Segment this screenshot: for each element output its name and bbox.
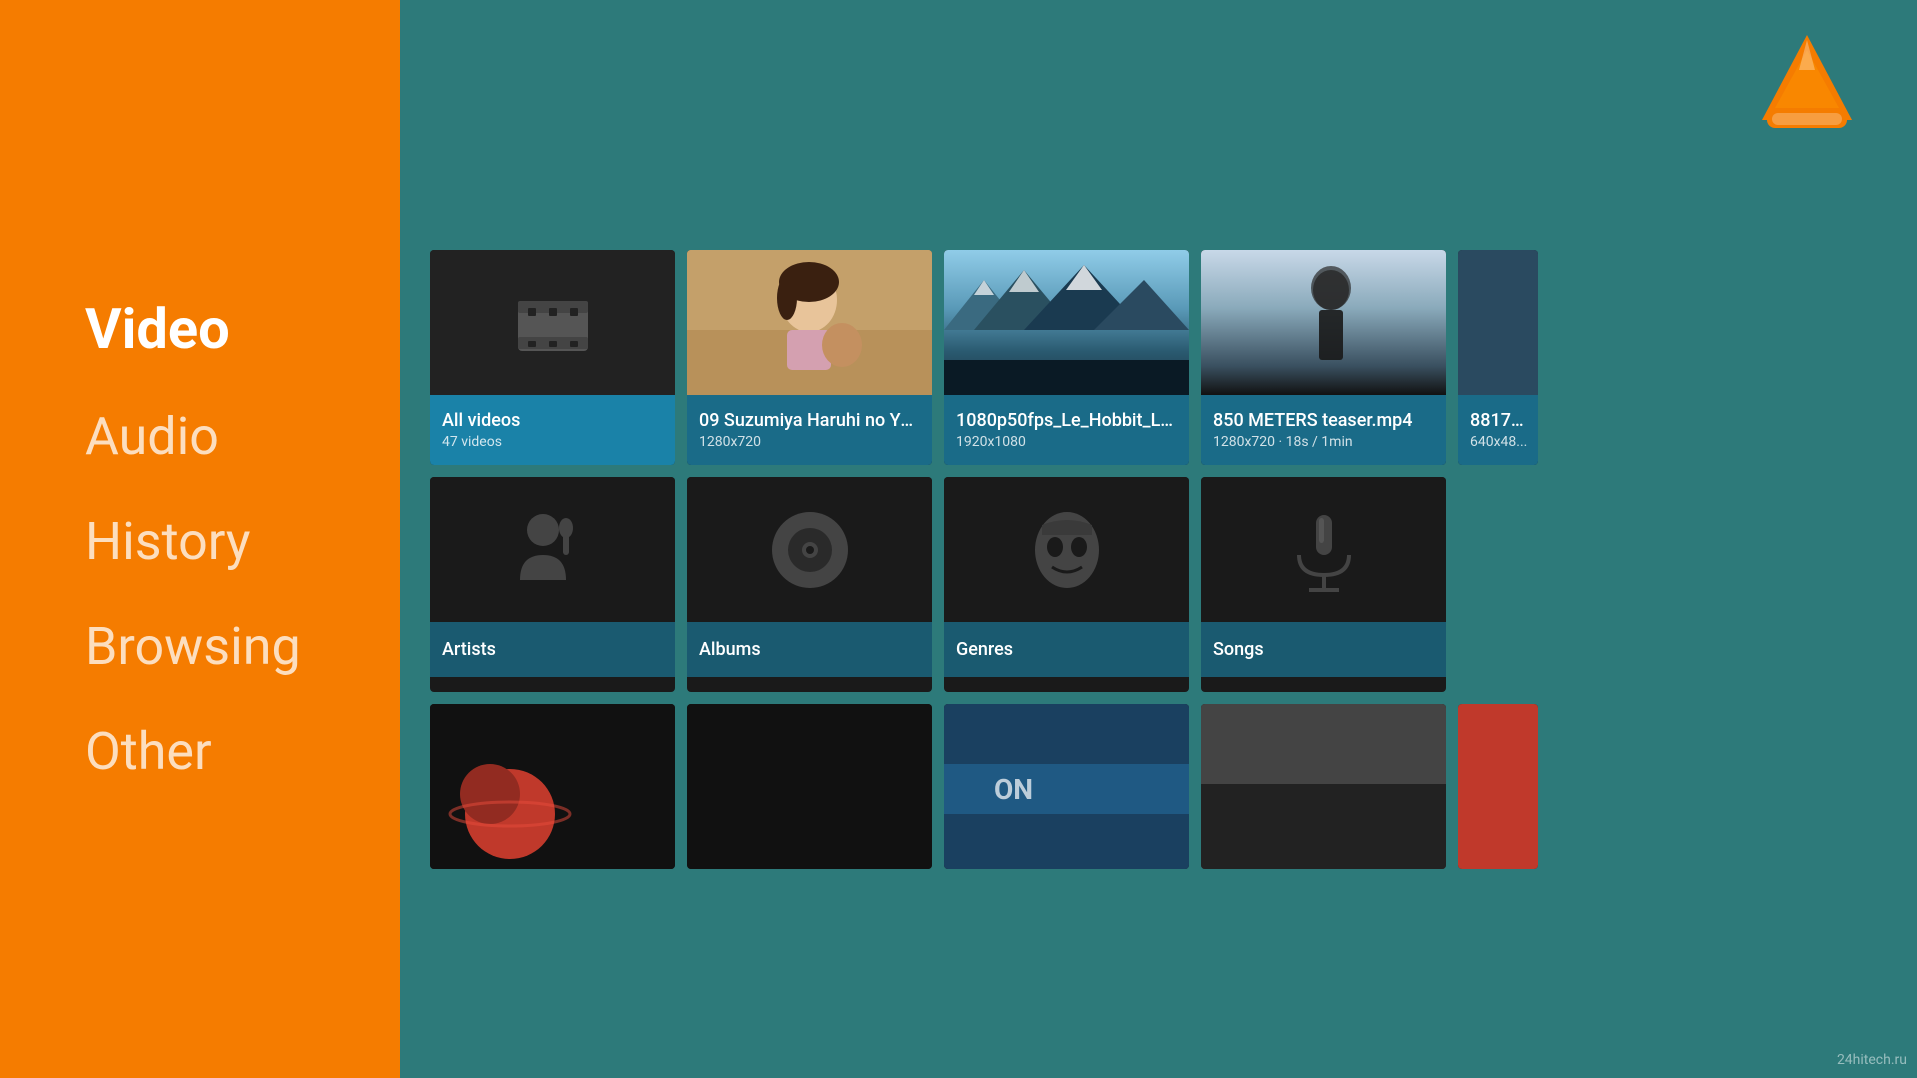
space-thumbnail xyxy=(430,704,675,869)
grey-thumbnail xyxy=(1201,704,1446,869)
card-albums[interactable]: Albums xyxy=(687,477,932,692)
card-sub: 1280x720 xyxy=(699,434,920,450)
card-title: All videos xyxy=(442,410,663,431)
card-title: Albums xyxy=(699,639,920,660)
card-sub: 1920x1080 xyxy=(956,434,1177,450)
sidebar: Video Audio History Browsing Other xyxy=(0,0,400,1078)
card-title: 1080p50fps_Le_Hobbit_La_d... xyxy=(956,410,1177,431)
sidebar-item-history[interactable]: History xyxy=(85,489,400,594)
film-icon xyxy=(513,283,593,363)
main-content: All videos 47 videos xyxy=(400,0,1917,1078)
card-8817[interactable]: 8817-... 640x48... xyxy=(1458,250,1538,465)
card-title: 8817-... xyxy=(1470,410,1526,431)
svg-text:ON: ON xyxy=(994,773,1033,806)
blue-thumbnail: ON xyxy=(944,704,1189,869)
more-videos-row: ON xyxy=(430,704,1917,869)
grid-container: All videos 47 videos xyxy=(430,250,1917,1078)
card-hobbit[interactable]: 1080p50fps_Le_Hobbit_La_d... 1920x1080 xyxy=(944,250,1189,465)
card-all-videos[interactable]: All videos 47 videos xyxy=(430,250,675,465)
card-850meters[interactable]: 850 METERS teaser.mp4 1280x720 · 18s / 1… xyxy=(1201,250,1446,465)
vlc-logo xyxy=(1757,30,1857,140)
card-artists[interactable]: Artists xyxy=(430,477,675,692)
video-row: All videos 47 videos xyxy=(430,250,1917,465)
anime-thumbnail xyxy=(687,250,932,395)
mic-icon xyxy=(1279,500,1369,600)
card-sub: 640x48... xyxy=(1470,434,1526,450)
card-suzumiya[interactable]: 09 Suzumiya Haruhi no Yuuut... 1280x720 xyxy=(687,250,932,465)
card-dark-video[interactable] xyxy=(687,704,932,869)
disc-icon xyxy=(765,505,855,595)
mask-icon xyxy=(1022,505,1112,595)
card-title: 09 Suzumiya Haruhi no Yuuut... xyxy=(699,410,920,431)
card-title: Genres xyxy=(956,639,1177,660)
hobbit-thumbnail xyxy=(944,250,1189,395)
watermark: 24hitech.ru xyxy=(1837,1052,1907,1068)
artist-icon xyxy=(508,500,598,600)
card-title: Songs xyxy=(1213,639,1434,660)
card-blue-video[interactable]: ON xyxy=(944,704,1189,869)
card-title: 850 METERS teaser.mp4 xyxy=(1213,410,1434,431)
card-partial-video[interactable] xyxy=(1458,704,1538,869)
sidebar-item-browsing[interactable]: Browsing xyxy=(85,594,400,699)
card-sub: 1280x720 · 18s / 1min xyxy=(1213,434,1434,450)
sidebar-item-other[interactable]: Other xyxy=(85,699,400,804)
card-sub: 47 videos xyxy=(442,434,663,450)
card-songs[interactable]: Songs xyxy=(1201,477,1446,692)
card-space[interactable] xyxy=(430,704,675,869)
sidebar-item-video[interactable]: Video xyxy=(85,274,400,384)
card-genres[interactable]: Genres xyxy=(944,477,1189,692)
850-thumbnail xyxy=(1201,250,1446,395)
sidebar-item-audio[interactable]: Audio xyxy=(85,384,400,489)
audio-row: Artists Albums xyxy=(430,477,1917,692)
card-grey-video[interactable] xyxy=(1201,704,1446,869)
card-title: Artists xyxy=(442,639,663,660)
